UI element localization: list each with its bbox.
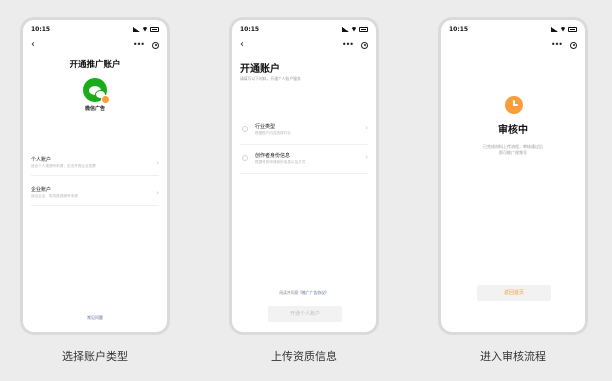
review-desc-line2: 即可推广视频号 xyxy=(499,150,527,155)
signal-icon xyxy=(133,26,140,32)
wifi-icon xyxy=(351,26,357,32)
status-bar: 10:15 xyxy=(449,25,577,33)
agreement-prefix: 阅读并同意 xyxy=(279,290,299,295)
step-caption-3: 进入审核流程 xyxy=(480,350,546,363)
open-personal-account-button[interactable]: 开通个人账户 xyxy=(268,306,342,322)
step-caption-1: 选择账户类型 xyxy=(62,350,128,363)
wifi-icon xyxy=(142,26,148,32)
step-caption-2: 上传资质信息 xyxy=(271,350,337,363)
account-name: 企业账户 xyxy=(31,187,52,193)
close-target-icon[interactable] xyxy=(570,41,577,49)
back-icon[interactable]: ‹ xyxy=(31,40,35,50)
signal-icon xyxy=(551,26,558,32)
close-target-icon[interactable] xyxy=(361,41,368,49)
nav-bar: ••• xyxy=(449,40,577,50)
nav-bar: ‹ ••• xyxy=(31,40,159,50)
chevron-right-icon: › xyxy=(156,159,159,167)
wifi-icon xyxy=(560,26,566,32)
clock-icon xyxy=(505,96,523,114)
close-target-icon[interactable] xyxy=(152,41,159,49)
page-subtitle: 请填写以下材料，开通个人账户服务 xyxy=(240,76,301,81)
step-desc: 根据账户内容选择行业 xyxy=(255,131,291,135)
mini-program-capsule: ••• xyxy=(133,41,159,49)
agreement-link[interactable]: 《推广广告协议》 xyxy=(298,290,328,295)
status-time: 10:15 xyxy=(240,25,260,33)
agreement-text: 阅读并同意《推广广告协议》 xyxy=(232,290,376,296)
phone-screen-upload-info: 10:15 ‹ ••• 开通账户 请填写以下材料，开通个人账户服务 行业类型 根… xyxy=(229,17,379,335)
back-icon[interactable]: ‹ xyxy=(240,40,244,50)
step-name: 创作者身份信息 xyxy=(255,153,291,159)
phone-screen-select-account: 10:15 ‹ ••• 开通推广账户 微信广告 个人账户 适合个人视频号申请，无… xyxy=(20,17,170,335)
faq-link[interactable]: 常见问题 xyxy=(23,315,167,321)
step-creator-identity[interactable]: 创作者身份信息 根据号的申请身份信息以及方式 › xyxy=(240,148,368,174)
wechat-icon xyxy=(89,85,106,99)
back-home-button[interactable]: 返回首页 xyxy=(477,285,551,301)
step-desc: 根据号的申请身份信息以及方式 xyxy=(255,160,306,164)
page-title: 开通推广账户 xyxy=(69,60,121,70)
account-desc: 适合个人视频号申请，无法开具企业发票 xyxy=(31,164,96,168)
battery-icon xyxy=(359,26,368,32)
mini-program-capsule: ••• xyxy=(551,41,577,49)
step-status-icon xyxy=(242,126,248,132)
logo-caption: 微信广告 xyxy=(84,106,105,112)
battery-icon xyxy=(568,26,577,32)
more-icon[interactable]: ••• xyxy=(342,41,354,49)
review-status-desc: 已完成材料上传流程，审核通过后 即可推广视频号 xyxy=(441,144,585,156)
review-status-title: 审核中 xyxy=(498,125,528,136)
status-time: 10:15 xyxy=(31,25,51,33)
account-desc: 适合企业、机构类视频号申请 xyxy=(31,194,78,198)
step-status-icon xyxy=(242,155,248,161)
phone-screen-review: 10:15 ••• 审核中 已完成材料上传流程，审核通过后 即可推广视频号 返回… xyxy=(438,17,588,335)
status-bar: 10:15 xyxy=(31,25,159,33)
battery-icon xyxy=(150,26,159,32)
signal-icon xyxy=(342,26,349,32)
wechat-ads-logo xyxy=(83,78,110,104)
chevron-right-icon: › xyxy=(156,189,159,197)
chevron-right-icon: › xyxy=(365,124,368,132)
chevron-right-icon: › xyxy=(365,153,368,161)
mini-program-capsule: ••• xyxy=(342,41,368,49)
more-icon[interactable]: ••• xyxy=(133,41,145,49)
account-option-enterprise[interactable]: 企业账户 适合企业、机构类视频号申请 › xyxy=(31,184,159,206)
account-option-personal[interactable]: 个人账户 适合个人视频号申请，无法开具企业发票 › xyxy=(31,154,159,176)
nav-bar: ‹ ••• xyxy=(240,40,368,50)
step-industry-type[interactable]: 行业类型 根据账户内容选择行业 › xyxy=(240,119,368,145)
more-icon[interactable]: ••• xyxy=(551,41,563,49)
page-title: 开通账户 xyxy=(240,64,280,75)
step-name: 行业类型 xyxy=(255,124,276,130)
ads-badge-icon xyxy=(101,95,110,104)
account-name: 个人账户 xyxy=(31,157,52,163)
status-time: 10:15 xyxy=(449,25,469,33)
status-bar: 10:15 xyxy=(240,25,368,33)
